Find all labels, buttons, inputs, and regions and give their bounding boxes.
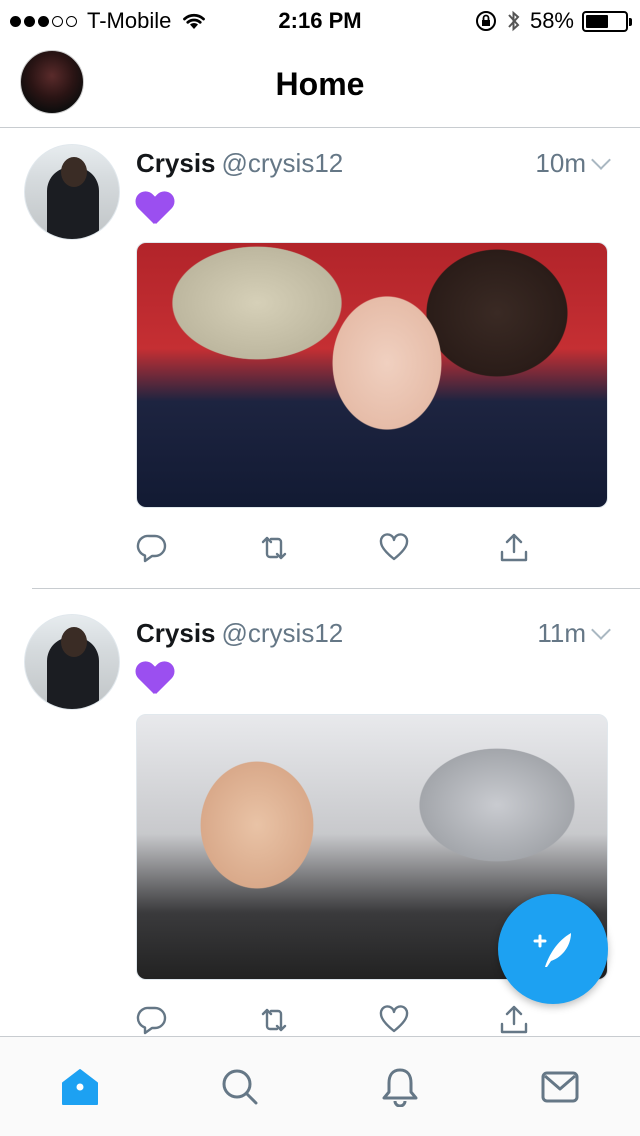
messages-tab[interactable] <box>538 1065 582 1109</box>
chevron-down-icon[interactable] <box>591 619 611 640</box>
rotation-lock-icon <box>475 11 496 31</box>
battery-fill <box>586 14 609 28</box>
page-title: Home <box>275 66 365 102</box>
notifications-icon <box>382 1068 418 1107</box>
tweet-actions <box>136 532 536 572</box>
author-handle: @crysis12 <box>221 618 344 648</box>
messages-icon <box>541 1071 579 1103</box>
nav-header: Home <box>0 40 640 128</box>
tweet-text <box>136 662 174 705</box>
tweet-meta: 11m <box>537 618 611 649</box>
tweet-timestamp: 10m <box>535 148 586 178</box>
author-handle: @crysis12 <box>221 148 344 178</box>
tweet-author[interactable]: Crysis @crysis12 <box>136 618 343 649</box>
compose-tweet-button[interactable] <box>498 894 608 1004</box>
tweet-text <box>136 192 174 235</box>
share-icon[interactable] <box>498 532 538 572</box>
home-tab[interactable] <box>58 1065 102 1109</box>
compose-feather-icon <box>533 933 571 967</box>
battery-percentage: 58% <box>529 8 574 33</box>
author-name: Crysis <box>136 148 216 178</box>
tweet-meta: 10m <box>535 148 611 179</box>
search-tab[interactable] <box>218 1065 262 1109</box>
user-avatar[interactable] <box>24 144 120 240</box>
status-right: 58% <box>474 8 632 34</box>
battery-icon <box>582 10 632 32</box>
like-icon[interactable] <box>378 532 418 572</box>
bluetooth-icon <box>508 10 520 32</box>
purple-heart-icon <box>136 192 174 226</box>
tweet-timestamp: 11m <box>537 618 586 648</box>
user-avatar[interactable] <box>24 614 120 710</box>
retweet-icon[interactable] <box>258 532 298 572</box>
status-bar: T-Mobile 2:16 PM 58% <box>0 0 640 40</box>
home-icon <box>62 1069 98 1105</box>
chevron-down-icon[interactable] <box>591 149 611 170</box>
tweet-author[interactable]: Crysis @crysis12 <box>136 148 343 179</box>
search-icon <box>222 1069 258 1105</box>
reply-icon[interactable] <box>136 532 176 572</box>
bottom-tab-bar <box>0 1036 640 1136</box>
tweet[interactable]: Crysis @crysis12 10m <box>0 128 640 589</box>
tweet-divider <box>32 588 640 589</box>
notifications-tab[interactable] <box>378 1065 422 1109</box>
tweet-media-image[interactable] <box>136 242 608 508</box>
purple-heart-icon <box>136 662 174 696</box>
author-name: Crysis <box>136 618 216 648</box>
